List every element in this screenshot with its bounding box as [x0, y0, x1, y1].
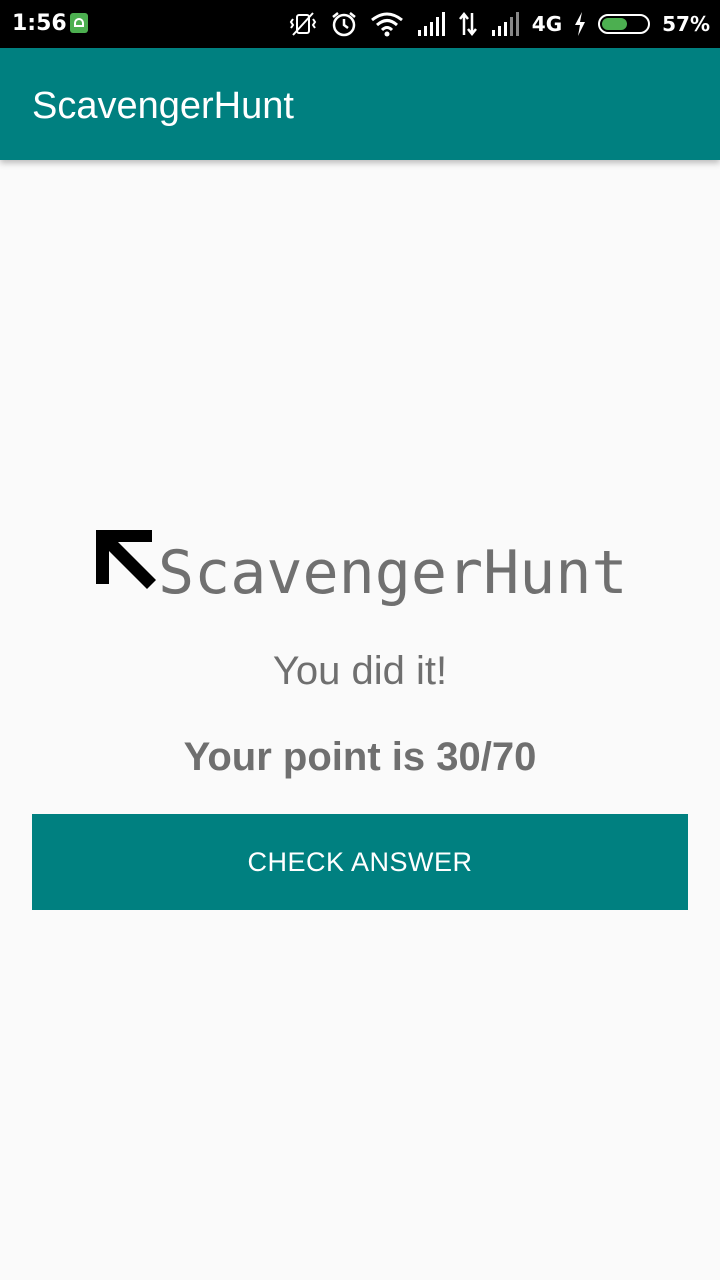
network-type: 4G	[531, 12, 563, 36]
cursor-arrow-icon	[94, 528, 158, 597]
logo-text: ScavengerHunt	[158, 538, 628, 608]
charging-icon	[574, 12, 586, 36]
status-time: 1:56	[12, 11, 67, 36]
status-bar: 1:56 4G 57%	[0, 0, 720, 48]
alarm-icon	[330, 10, 358, 38]
battery-percent: 57%	[662, 12, 710, 36]
signal-icon	[416, 12, 446, 36]
app-title: ScavengerHunt	[32, 85, 294, 127]
battery-icon	[598, 14, 651, 34]
data-transfer-icon	[458, 11, 478, 37]
android-notification-icon	[70, 13, 88, 33]
success-message: You did it!	[272, 649, 448, 693]
check-answer-button[interactable]: CHECK ANSWER	[32, 814, 688, 910]
battery-level	[602, 18, 628, 30]
app-bar: ScavengerHunt	[0, 48, 720, 160]
vibrate-off-icon	[288, 9, 318, 39]
score-text: Your point is 30/70	[183, 735, 537, 779]
status-icons: 4G 57%	[288, 8, 710, 40]
signal-icon-2	[490, 12, 520, 36]
wifi-icon	[370, 10, 404, 38]
